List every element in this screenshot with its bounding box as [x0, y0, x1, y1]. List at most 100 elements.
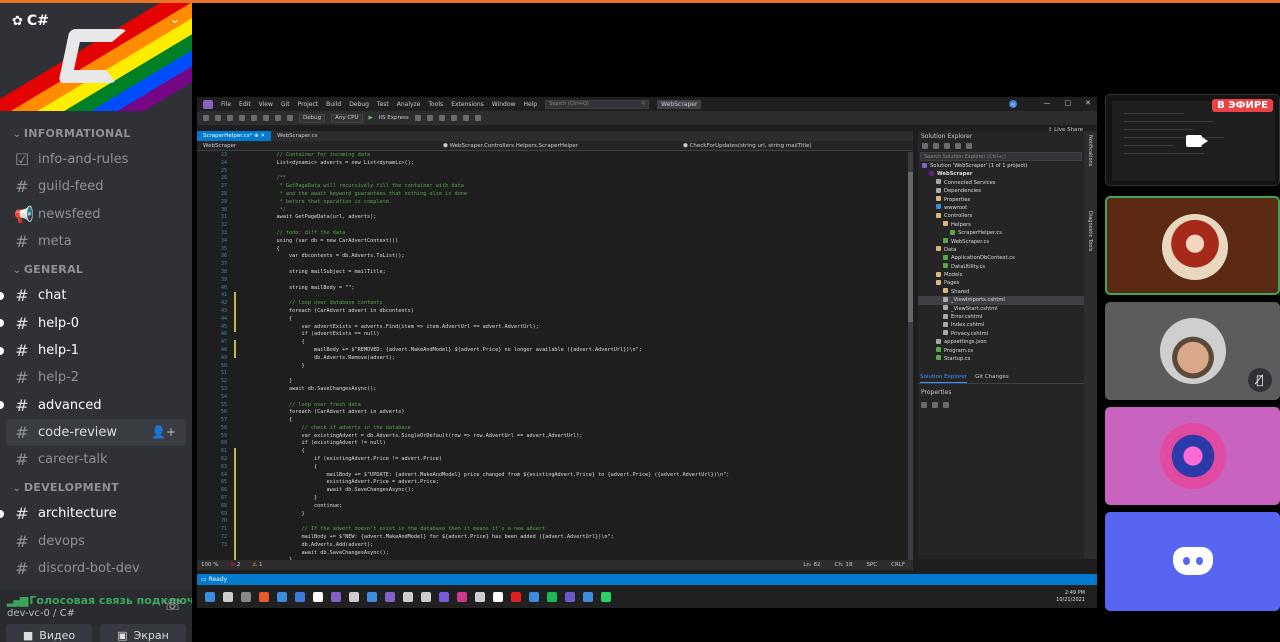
- tree-item[interactable]: Error.cshtml: [918, 313, 1084, 321]
- code-line[interactable]: [239, 292, 909, 300]
- taskbar-app-icon[interactable]: [565, 591, 575, 602]
- code-line[interactable]: await GetPageData(url, adverts);: [239, 214, 909, 222]
- taskbar-app-icon[interactable]: [259, 591, 269, 602]
- code-line[interactable]: {: [239, 246, 909, 254]
- user-avatar[interactable]: AJ: [1009, 100, 1017, 108]
- channel-chat[interactable]: # chat: [0, 282, 192, 309]
- code-line[interactable]: // Container for incoming data: [239, 152, 909, 160]
- code-line[interactable]: foreach (CarAdvert advert in adverts): [239, 409, 909, 417]
- code-line[interactable]: // loop over database contents: [239, 300, 909, 308]
- taskbar-app-icon[interactable]: [529, 591, 539, 602]
- code-line[interactable]: string mailSubject = mailTitle;: [239, 269, 909, 277]
- code-line[interactable]: // check if adverts in the database: [239, 425, 909, 433]
- indent-mode[interactable]: SPC: [866, 562, 877, 568]
- code-line[interactable]: continue;: [239, 503, 909, 511]
- taskbar-app-icon[interactable]: [205, 591, 215, 602]
- close-icon[interactable]: ✕: [1085, 99, 1091, 107]
- code-line[interactable]: * GetPageData will recursively fill the …: [239, 183, 909, 191]
- configuration-select[interactable]: Debug: [299, 113, 326, 123]
- tree-item[interactable]: DataUtility.cs: [918, 263, 1084, 271]
- code-line[interactable]: if (existingAdvert != null): [239, 440, 909, 448]
- channel-devops[interactable]: # devops: [0, 528, 192, 555]
- code-line[interactable]: if (advertExists == null): [239, 331, 909, 339]
- code-line[interactable]: existingAdvert.Price = advert.Price;: [239, 479, 909, 487]
- code-line[interactable]: {: [239, 417, 909, 425]
- open-icon[interactable]: [239, 115, 245, 121]
- code-line[interactable]: * before that operation is complete.: [239, 199, 909, 207]
- filter-icon[interactable]: [955, 143, 961, 149]
- vs-search-box[interactable]: Search (Ctrl+Q) ⚲: [545, 99, 650, 109]
- code-line[interactable]: */: [239, 207, 909, 215]
- code-line[interactable]: [239, 222, 909, 230]
- code-line[interactable]: {: [239, 316, 909, 324]
- participant-tile[interactable]: [1105, 407, 1280, 505]
- taskbar-app-icon[interactable]: [313, 591, 323, 602]
- system-clock[interactable]: 2:49 PM 10/21/2021: [1056, 590, 1085, 604]
- taskbar-app-icon[interactable]: [547, 591, 557, 602]
- tree-item[interactable]: Index.cshtml: [918, 321, 1084, 329]
- alphabetical-icon[interactable]: [932, 402, 938, 408]
- disconnect-icon[interactable]: ☏: [163, 596, 182, 614]
- tree-item[interactable]: ScraperHelper.cs: [918, 229, 1084, 237]
- tree-item[interactable]: Data: [918, 246, 1084, 254]
- code-line[interactable]: }: [239, 511, 909, 519]
- run-target-button[interactable]: IIS Express: [379, 115, 409, 121]
- taskbar-app-icon[interactable]: [475, 591, 485, 602]
- type-dropdown[interactable]: ⬢ WebScraper.Controllers.Helpers.Scraper…: [437, 141, 677, 150]
- category-header[interactable]: ⌄ DEVELOPMENT: [0, 473, 192, 500]
- menu-extensions[interactable]: Extensions: [451, 101, 484, 108]
- toolbar-tool-icon[interactable]: [438, 115, 445, 121]
- code-line[interactable]: db.Adverts.Add(advert);: [239, 542, 909, 550]
- menu-view[interactable]: View: [259, 101, 273, 108]
- menu-git[interactable]: Git: [281, 101, 290, 108]
- code-line[interactable]: using (var db = new CarAdvertContext()): [239, 238, 909, 246]
- taskbar-app-icon[interactable]: [583, 591, 593, 602]
- pin-icon[interactable]: ⊕: [254, 133, 259, 139]
- toolbar-tool-icon[interactable]: [450, 115, 457, 121]
- channel-advanced[interactable]: # advanced: [0, 391, 192, 418]
- channel-guild-feed[interactable]: # guild-feed: [0, 173, 192, 200]
- taskbar-app-icon[interactable]: [331, 591, 341, 602]
- tree-item[interactable]: Program.cs: [918, 347, 1084, 355]
- code-line[interactable]: mailBody += $"NEW: {advert.MakeAndModel}…: [239, 534, 909, 542]
- menu-debug[interactable]: Debug: [349, 101, 369, 108]
- menu-tools[interactable]: Tools: [428, 101, 443, 108]
- menu-window[interactable]: Window: [492, 101, 516, 108]
- video-button[interactable]: ■ Видео: [6, 624, 92, 642]
- code-line[interactable]: [239, 261, 909, 269]
- tree-item[interactable]: Controllers: [918, 212, 1084, 220]
- tree-item[interactable]: Helpers: [918, 221, 1084, 229]
- screen-share-button[interactable]: ▣ Экран: [100, 624, 186, 642]
- tree-item[interactable]: Shared: [918, 288, 1084, 296]
- code-line[interactable]: mailBody += $"REMOVED: {advert.MakeAndMo…: [239, 347, 909, 355]
- run-icon[interactable]: ▶: [369, 115, 373, 121]
- tree-item[interactable]: Pages: [918, 279, 1084, 287]
- channel-career-talk[interactable]: # career-talk: [0, 446, 192, 473]
- error-count[interactable]: ⊗ 2: [230, 562, 240, 568]
- channel-help-0[interactable]: # help-0: [0, 309, 192, 336]
- code-line[interactable]: [239, 394, 909, 402]
- taskbar-app-icon[interactable]: [349, 591, 359, 602]
- code-line[interactable]: /**: [239, 175, 909, 183]
- project-dropdown[interactable]: WebScraper: [197, 141, 437, 150]
- add-user-icon[interactable]: 👤+: [151, 425, 176, 439]
- tree-item[interactable]: _ViewImports.cshtml: [918, 296, 1084, 305]
- taskbar-app-icon[interactable]: [601, 591, 611, 602]
- participant-tile[interactable]: [1105, 512, 1280, 611]
- code-line[interactable]: {: [239, 339, 909, 347]
- channel-help-1[interactable]: # help-1: [0, 337, 192, 364]
- tree-item[interactable]: appsettings.json: [918, 338, 1084, 346]
- taskbar-app-icon[interactable]: [439, 591, 449, 602]
- taskbar-app-icon[interactable]: [295, 591, 305, 602]
- code-line[interactable]: await db.SaveChangesAsync();: [239, 386, 909, 394]
- member-dropdown[interactable]: ⬢ CheckForUpdates(string url, string mai…: [677, 141, 907, 150]
- code-line[interactable]: {: [239, 464, 909, 472]
- warning-count[interactable]: ⚠ 1: [252, 562, 262, 568]
- code-line[interactable]: {: [239, 448, 909, 456]
- category-header[interactable]: ⌄ GENERAL: [0, 255, 192, 282]
- category-header[interactable]: ⌄ INFORMATIONAL: [0, 119, 192, 146]
- tree-item[interactable]: _ViewStart.cshtml: [918, 305, 1084, 313]
- notifications-tab[interactable]: Notifications: [1087, 135, 1093, 166]
- tab-solution-explorer[interactable]: Solution Explorer: [920, 374, 968, 383]
- taskbar-app-icon[interactable]: [385, 591, 395, 602]
